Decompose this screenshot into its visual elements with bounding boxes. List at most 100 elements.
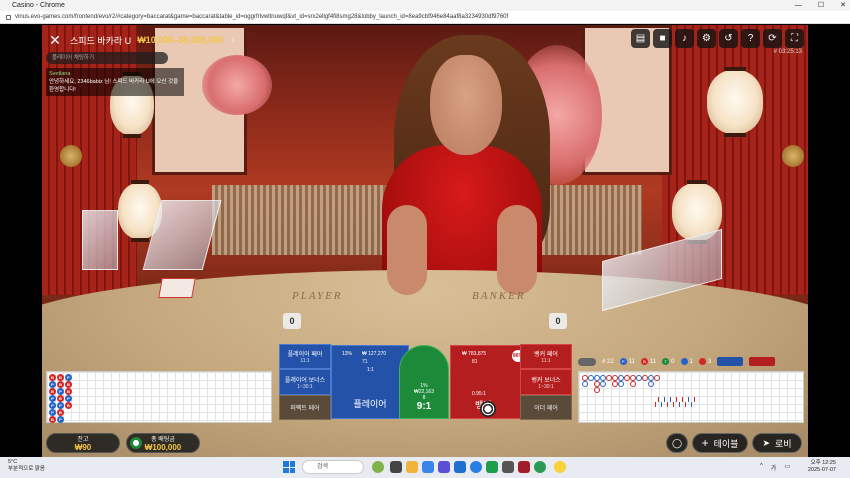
bead-road-cell: P xyxy=(65,395,72,402)
network-icon[interactable]: ▭ xyxy=(784,463,790,472)
chrome-icon[interactable] xyxy=(470,461,482,473)
url-text[interactable]: vinus.evo-games.com/frontend/evo/r2/#cat… xyxy=(15,14,508,20)
screen: Casino - Chrome — ☐ ✕ vinus.evo-games.co… xyxy=(0,0,850,478)
letterbox-right xyxy=(808,25,850,457)
copilot-icon[interactable] xyxy=(422,461,434,473)
info-icon[interactable]: ✦ xyxy=(229,36,236,45)
banker-ask-button[interactable] xyxy=(749,357,776,366)
game-viewport: PLAYER BANKER 0 0 ✕ 스피드 바카라 U ₩10,000–30… xyxy=(42,25,808,457)
stat-tie: T0 xyxy=(662,357,675,365)
big-road-cell xyxy=(618,381,624,387)
big-road-cell xyxy=(630,381,636,387)
bead-road[interactable]: BPBPPPBBBPBPBPPBBPB xyxy=(46,371,272,423)
table-print-player: PLAYER xyxy=(292,290,343,302)
derived-road-mark xyxy=(670,397,671,402)
maximize-button[interactable]: ☐ xyxy=(818,0,824,11)
stat-banker: B 11 xyxy=(640,357,657,366)
player-pair-odds: 11:1 xyxy=(300,358,310,364)
bead-road-cell: B xyxy=(49,416,56,423)
minimize-button[interactable]: — xyxy=(795,0,802,11)
sound-icon[interactable]: ♪ xyxy=(675,29,694,48)
tie-bet[interactable]: 1% ₩22,163 8 9:1 xyxy=(399,345,449,419)
bead-road-cell: B xyxy=(57,374,64,381)
kakaotalk-icon[interactable] xyxy=(554,461,566,473)
blossom-left xyxy=(202,55,272,115)
weather-widget[interactable]: 5°C 부분적으로 맑음 xyxy=(8,459,45,473)
lobby-label: 로비 xyxy=(774,438,792,449)
taskbar: 5°C 부분적으로 맑음 검색 ^ 가 ▭ 오후 12:25 2025-07-0… xyxy=(0,457,850,478)
teams-icon[interactable] xyxy=(438,461,450,473)
clock[interactable]: 오후 12:25 2025-07-07 xyxy=(808,460,836,474)
chat-text: 안녕하세요, 2346babiz 님! 스피드 바카라 U에 오신 것을 환영합… xyxy=(49,79,179,93)
close-window-button[interactable]: ✕ xyxy=(840,0,846,11)
bead-road-cell: P xyxy=(49,381,56,388)
either-pair-bet[interactable]: 이더 페어 xyxy=(520,395,572,420)
player-ask-button[interactable] xyxy=(717,357,744,366)
window-controls: — ☐ ✕ xyxy=(795,0,846,11)
stats-toggle[interactable] xyxy=(578,357,596,366)
lobby-arrow-icon: ➤ xyxy=(762,437,770,448)
taskbar-search[interactable]: 검색 xyxy=(302,460,364,474)
tables-button[interactable]: + 테이블 xyxy=(692,433,748,453)
table-print-banker: BANKER xyxy=(472,290,526,302)
player-pair-dot-icon xyxy=(680,357,688,365)
big-road-cell xyxy=(594,387,600,393)
bead-road-grid xyxy=(47,372,271,422)
close-icon[interactable]: ✕ xyxy=(46,31,64,49)
chat-icon[interactable]: ▤ xyxy=(631,29,650,48)
app-icon-2[interactable] xyxy=(502,461,514,473)
player-count: 71 xyxy=(362,359,368,365)
settings-icon[interactable]: ⚙ xyxy=(697,29,716,48)
big-road-cell xyxy=(654,375,660,381)
banker-bonus-bet[interactable]: 뱅커 보너스 1~30:1 xyxy=(520,369,572,395)
card-pile xyxy=(158,278,196,298)
player-amount: ₩ 127,270 xyxy=(362,351,387,357)
big-road-cell xyxy=(648,381,654,387)
player-pair-label: 플레이어 페어 xyxy=(287,352,323,358)
banker-count: 81 xyxy=(472,359,478,365)
derived-road-mark xyxy=(682,397,683,402)
history-icon[interactable]: ↺ xyxy=(719,29,738,48)
banker-pair-bet[interactable]: 뱅커 페어 11:1 xyxy=(520,344,572,369)
perfect-pair-label: 퍼펙트 페어 xyxy=(290,406,320,412)
refresh-icon[interactable]: ⟳ xyxy=(763,29,782,48)
big-road-cell xyxy=(582,381,588,387)
site-info-icon[interactable] xyxy=(6,14,11,20)
fullscreen-icon[interactable]: ⛶ xyxy=(785,29,804,48)
speech-bubble-icon: ◯ xyxy=(671,437,683,448)
chat-input[interactable]: 플레이어 채팅하기 xyxy=(46,52,168,64)
either-pair-label: 이더 페어 xyxy=(534,406,558,412)
stat-banker-value: 11 xyxy=(649,359,657,366)
edge-icon[interactable] xyxy=(454,461,466,473)
bead-road-cell: B xyxy=(65,381,72,388)
app-icon-1[interactable] xyxy=(372,461,384,473)
app-icon-4[interactable] xyxy=(534,461,546,473)
task-view-icon[interactable] xyxy=(390,461,402,473)
derived-road-mark xyxy=(661,402,662,407)
bead-road-cell: P xyxy=(65,374,72,381)
input-language[interactable]: 가 xyxy=(771,463,777,472)
address-bar[interactable]: vinus.evo-games.com/frontend/evo/r2/#cat… xyxy=(0,11,850,24)
app-icon-3[interactable] xyxy=(518,461,530,473)
excel-icon[interactable] xyxy=(486,461,498,473)
derived-road-mark xyxy=(664,397,665,402)
big-road[interactable] xyxy=(578,371,804,423)
tie-odds: 9:1 xyxy=(416,401,432,412)
round-id: # 03:25:13 xyxy=(773,49,802,55)
help-icon[interactable]: ? xyxy=(741,29,760,48)
perfect-pair-bet[interactable]: 퍼펙트 페어 xyxy=(279,395,331,420)
chevron-up-icon[interactable]: ^ xyxy=(760,463,763,472)
video-icon[interactable]: ■ xyxy=(653,29,672,48)
bead-road-cell: P xyxy=(57,416,64,423)
start-button[interactable] xyxy=(283,461,295,473)
player-bonus-bet[interactable]: 플레이어 보너스 1~30:1 xyxy=(279,369,331,395)
bead-road-cell: B xyxy=(57,381,64,388)
table-limits[interactable]: ₩10,000–30,000,000 xyxy=(137,35,223,45)
chip-icon xyxy=(130,437,142,449)
lobby-button[interactable]: ➤ 로비 xyxy=(752,433,802,453)
stat-total: # 22 xyxy=(602,358,614,365)
file-explorer-icon[interactable] xyxy=(406,461,418,473)
chat-toggle-button[interactable]: ◯ xyxy=(666,433,688,453)
bead-road-cell: P xyxy=(57,402,64,409)
player-pair-bet[interactable]: 플레이어 페어 11:1 xyxy=(279,344,331,369)
